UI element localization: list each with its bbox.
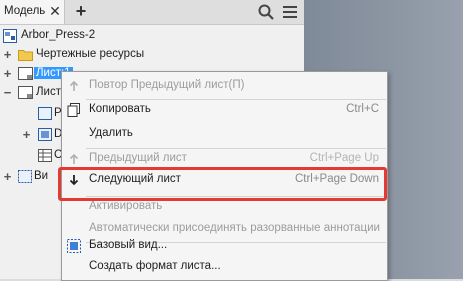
menu-item-label: Создать формат листа...: [89, 260, 221, 272]
sheet-icon: [18, 67, 33, 80]
menu-item-label: Автоматически присоединять разорванные а…: [89, 222, 380, 234]
drawing-document-icon: [3, 29, 17, 43]
repeat-arrow-icon: [67, 79, 81, 93]
view-icon: [38, 128, 52, 141]
highlight-annotation-box: [58, 167, 387, 201]
tree-item-label: Ви: [34, 170, 49, 182]
menu-item-copy[interactable]: Копировать Ctrl+C: [62, 98, 387, 122]
menu-item-label: Копировать: [89, 103, 151, 115]
sheet-icon: [18, 86, 33, 99]
parts-list-icon: [38, 149, 52, 162]
menu-item-shortcut: Ctrl+Page Up: [309, 152, 379, 164]
tree-root-label: Arbor_Press-2: [21, 29, 96, 41]
menu-item-repeat-previous-sheet[interactable]: Повтор Предыдущий лист(П): [62, 74, 387, 98]
view-icon: [38, 107, 52, 120]
collapse-minus-icon[interactable]: −: [3, 86, 12, 99]
expand-plus-icon[interactable]: +: [22, 128, 31, 141]
menu-item-label: Удалить: [89, 127, 133, 139]
browser-tab-bar: Модель ✕ +: [0, 0, 304, 25]
hamburger-menu-icon[interactable]: [281, 4, 299, 20]
menu-item-create-sheet-format[interactable]: Создать формат листа...: [62, 255, 387, 279]
menu-item-label: Повтор Предыдущий лист(П): [89, 79, 245, 91]
folder-icon: [18, 48, 33, 61]
tree-item-label: Лист:: [36, 86, 65, 98]
tab-model[interactable]: Модель ✕: [0, 0, 65, 24]
tree-row-root[interactable]: Arbor_Press-2: [0, 26, 304, 45]
expand-plus-icon[interactable]: +: [3, 67, 12, 80]
search-icon[interactable]: [257, 3, 275, 21]
menu-item-delete[interactable]: Удалить: [62, 122, 387, 146]
menu-item-label: Предыдущий лист: [89, 152, 187, 164]
view-icon: [18, 170, 32, 183]
close-icon[interactable]: ✕: [48, 3, 62, 19]
tree-row-drawing-resources[interactable]: + Чертежные ресурсы: [0, 45, 304, 64]
menu-item-label: Базовый вид...: [89, 239, 168, 251]
add-tab-icon[interactable]: +: [72, 2, 90, 20]
base-view-icon: [67, 239, 81, 253]
menu-item-label: Активировать: [89, 200, 163, 212]
expand-plus-icon[interactable]: +: [3, 48, 12, 61]
arrow-up-icon: [67, 152, 81, 166]
copy-icon: [67, 103, 81, 117]
tree-item-label: Чертежные ресурсы: [36, 48, 145, 60]
tab-model-label: Модель: [4, 5, 46, 17]
expand-plus-icon[interactable]: +: [3, 170, 12, 183]
menu-item-shortcut: Ctrl+C: [346, 103, 379, 115]
